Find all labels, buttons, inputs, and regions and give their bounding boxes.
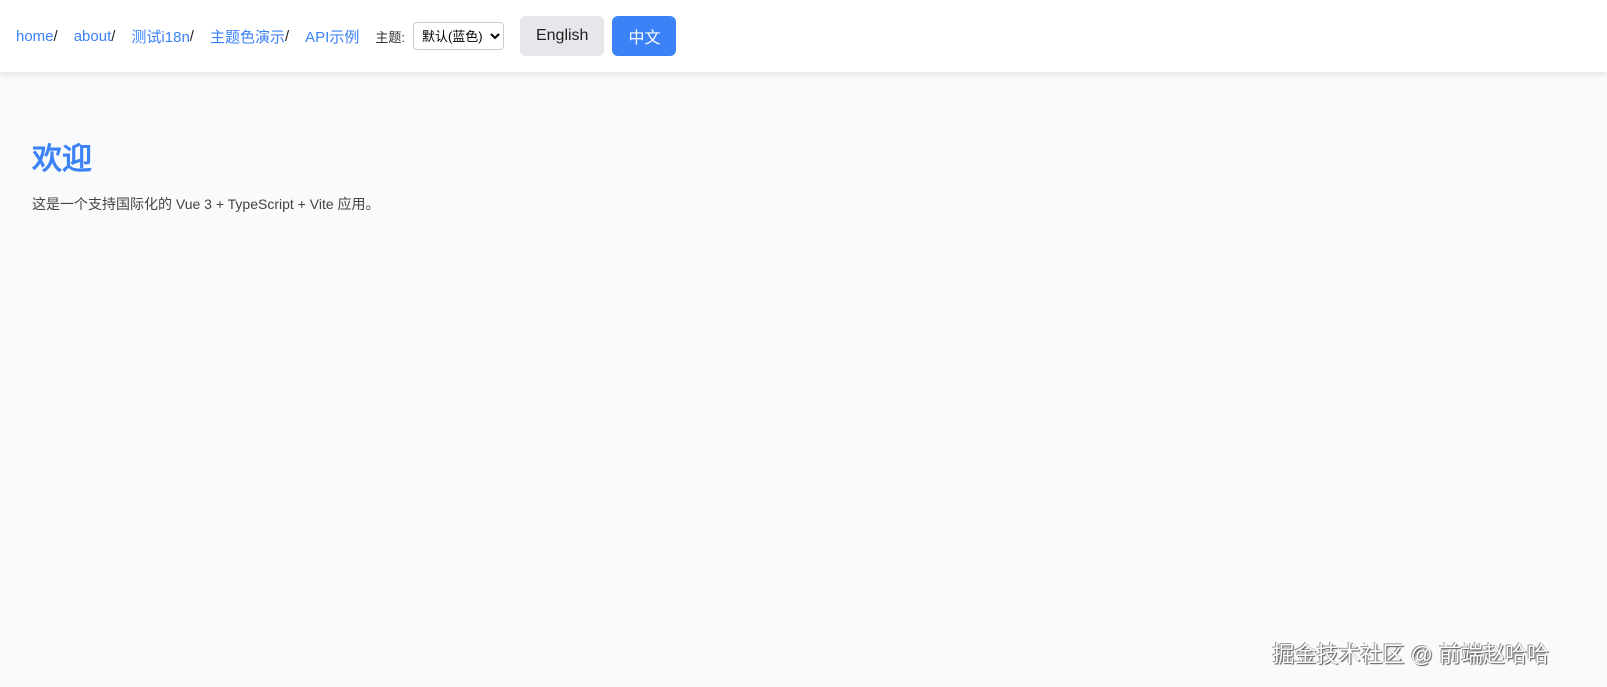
separator: /	[189, 27, 194, 45]
nav-link-api[interactable]: API示例	[305, 26, 359, 47]
theme-select[interactable]: 默认(蓝色)	[412, 22, 504, 50]
watermark: 掘金技术社区 @ 前端赵哈哈	[1272, 642, 1549, 667]
nav-link-i18n[interactable]: 测试i18n	[131, 26, 189, 47]
page-title: 欢迎	[32, 143, 92, 176]
page-description: 这是一个支持国际化的 Vue 3 + TypeScript + Vite 应用。	[32, 196, 380, 212]
separator: /	[53, 27, 58, 45]
english-button[interactable]: English	[519, 16, 605, 56]
theme-label: 主题:	[375, 29, 405, 45]
separator: /	[111, 27, 116, 45]
main-content: 欢迎 这是一个支持国际化的 Vue 3 + TypeScript + Vite …	[0, 72, 1607, 214]
nav-link-about[interactable]: about	[74, 28, 112, 45]
separator: /	[284, 27, 290, 45]
top-nav: home / about / 测试i18n / 主题色演示 / API示例 主题: 默认…	[0, 0, 1607, 72]
nav-link-home[interactable]: home	[16, 28, 54, 45]
nav-link-theme-demo[interactable]: 主题色演示	[210, 26, 285, 47]
chinese-button[interactable]: 中文	[612, 16, 677, 56]
